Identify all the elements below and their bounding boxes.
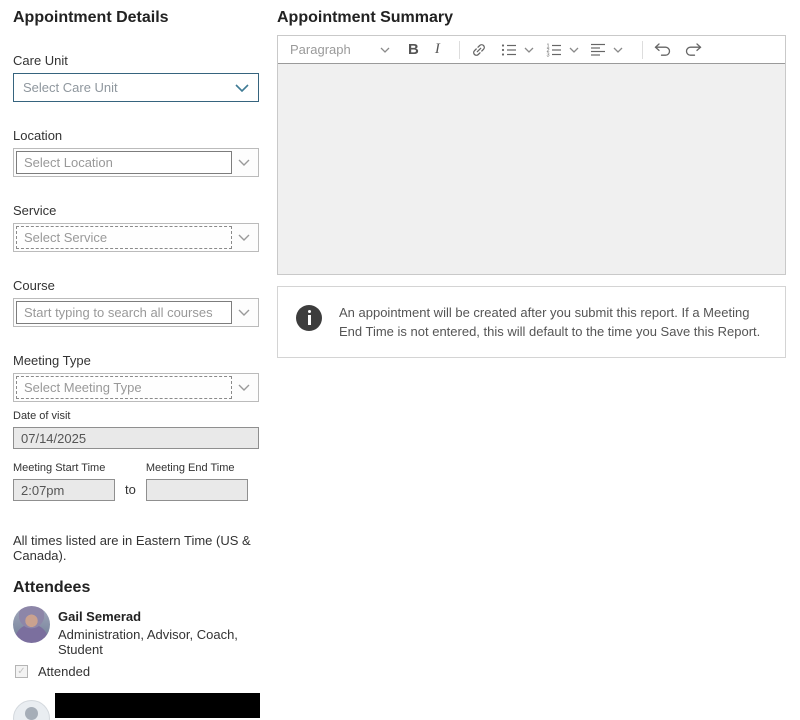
link-button[interactable] — [469, 40, 489, 60]
attendee-roles: Administration, Advisor, Coach, Student — [58, 627, 259, 657]
numbered-list-dropdown[interactable] — [567, 45, 581, 55]
link-icon — [471, 42, 487, 58]
redacted-name — [55, 693, 260, 718]
meeting-end-label: Meeting End Time — [146, 462, 248, 475]
undo-button[interactable] — [652, 41, 674, 58]
location-field: Location — [13, 128, 259, 177]
chevron-down-icon — [238, 384, 250, 391]
bullet-list-button[interactable] — [499, 41, 519, 59]
location-dropdown-button[interactable] — [232, 151, 256, 174]
chevron-down-icon — [569, 47, 579, 53]
meeting-type-dropdown-button[interactable] — [232, 376, 256, 399]
chevron-down-icon — [238, 309, 250, 316]
meeting-type-combobox — [13, 373, 259, 402]
date-of-visit-input[interactable] — [13, 427, 259, 449]
date-of-visit-field: Date of visit — [13, 410, 259, 449]
bold-button[interactable]: B — [406, 39, 421, 60]
attendee-row: Biology — [13, 693, 259, 720]
info-message-box: An appointment will be created after you… — [277, 286, 786, 358]
service-label: Service — [13, 203, 259, 218]
care-unit-label: Care Unit — [13, 53, 259, 68]
toolbar-divider — [459, 41, 460, 59]
editor-toolbar: Paragraph B I 123 — [278, 36, 785, 64]
chevron-down-icon — [238, 159, 250, 166]
chevron-down-icon — [613, 47, 623, 53]
attended-checkbox[interactable]: ✓ — [15, 665, 28, 678]
location-label: Location — [13, 128, 259, 143]
align-text-icon — [591, 43, 606, 56]
meeting-end-field: Meeting End Time — [146, 462, 248, 501]
attendee-row: Gail Semerad Administration, Advisor, Co… — [13, 606, 259, 657]
course-dropdown-button[interactable] — [232, 301, 256, 324]
service-combobox — [13, 223, 259, 252]
avatar — [13, 606, 50, 643]
bullet-list-icon — [501, 43, 517, 57]
location-combobox — [13, 148, 259, 177]
italic-button[interactable]: I — [433, 39, 442, 60]
info-icon — [296, 305, 322, 331]
attendee-name: Gail Semerad — [58, 609, 259, 624]
care-unit-field: Care Unit Select Care Unit — [13, 53, 259, 102]
appointment-details-title: Appointment Details — [13, 8, 259, 27]
chevron-down-icon — [524, 47, 534, 53]
service-field: Service — [13, 203, 259, 252]
meeting-start-field: Meeting Start Time — [13, 462, 115, 501]
numbered-list-icon: 123 — [546, 43, 562, 57]
chevron-down-icon — [238, 234, 250, 241]
bullet-list-dropdown[interactable] — [522, 45, 536, 55]
meeting-type-label: Meeting Type — [13, 353, 259, 368]
attendee-info: Gail Semerad Administration, Advisor, Co… — [58, 606, 259, 657]
course-search-input[interactable] — [16, 301, 232, 324]
meeting-time-row: Meeting Start Time to Meeting End Time — [13, 462, 259, 501]
numbered-list-button[interactable]: 123 — [544, 41, 564, 59]
meeting-start-input[interactable] — [13, 479, 115, 501]
chevron-down-icon — [235, 84, 249, 92]
location-input[interactable] — [16, 151, 232, 174]
course-label: Course — [13, 278, 259, 293]
paragraph-style-value: Paragraph — [290, 42, 380, 57]
check-icon: ✓ — [17, 667, 25, 677]
care-unit-select[interactable]: Select Care Unit — [13, 73, 259, 102]
appointment-summary-section: Appointment Summary Paragraph B I — [277, 0, 786, 720]
appointment-summary-title: Appointment Summary — [277, 8, 786, 27]
chevron-down-icon — [380, 47, 390, 53]
meeting-type-input[interactable] — [16, 376, 232, 399]
meeting-end-input[interactable] — [146, 479, 248, 501]
text-align-dropdown[interactable] — [611, 45, 625, 55]
redo-icon — [684, 43, 702, 56]
attended-row: ✓ Attended — [15, 664, 259, 679]
undo-icon — [654, 43, 672, 56]
course-field: Course — [13, 278, 259, 327]
care-unit-selected-value: Select Care Unit — [23, 80, 235, 95]
service-input[interactable] — [16, 226, 232, 249]
summary-editor-content[interactable] — [278, 64, 785, 274]
appointment-details-section: Appointment Details Care Unit Select Car… — [13, 0, 259, 720]
timezone-note: All times listed are in Eastern Time (US… — [13, 533, 259, 563]
paragraph-style-select[interactable]: Paragraph — [290, 42, 390, 57]
attendees-title: Attendees — [13, 578, 259, 597]
svg-text:3: 3 — [546, 52, 549, 57]
appointment-report-page: Appointment Details Care Unit Select Car… — [0, 0, 800, 720]
service-dropdown-button[interactable] — [232, 226, 256, 249]
text-align-button[interactable] — [589, 41, 608, 58]
avatar-placeholder — [13, 700, 50, 720]
meeting-start-label: Meeting Start Time — [13, 462, 115, 475]
toolbar-divider — [642, 41, 643, 59]
meeting-type-field: Meeting Type — [13, 353, 259, 402]
info-message-text: An appointment will be created after you… — [339, 301, 769, 341]
date-of-visit-label: Date of visit — [13, 410, 259, 423]
course-combobox — [13, 298, 259, 327]
time-to-separator: to — [125, 482, 136, 497]
rich-text-editor: Paragraph B I 123 — [277, 35, 786, 275]
attended-label: Attended — [38, 664, 90, 679]
redo-button[interactable] — [682, 41, 704, 58]
